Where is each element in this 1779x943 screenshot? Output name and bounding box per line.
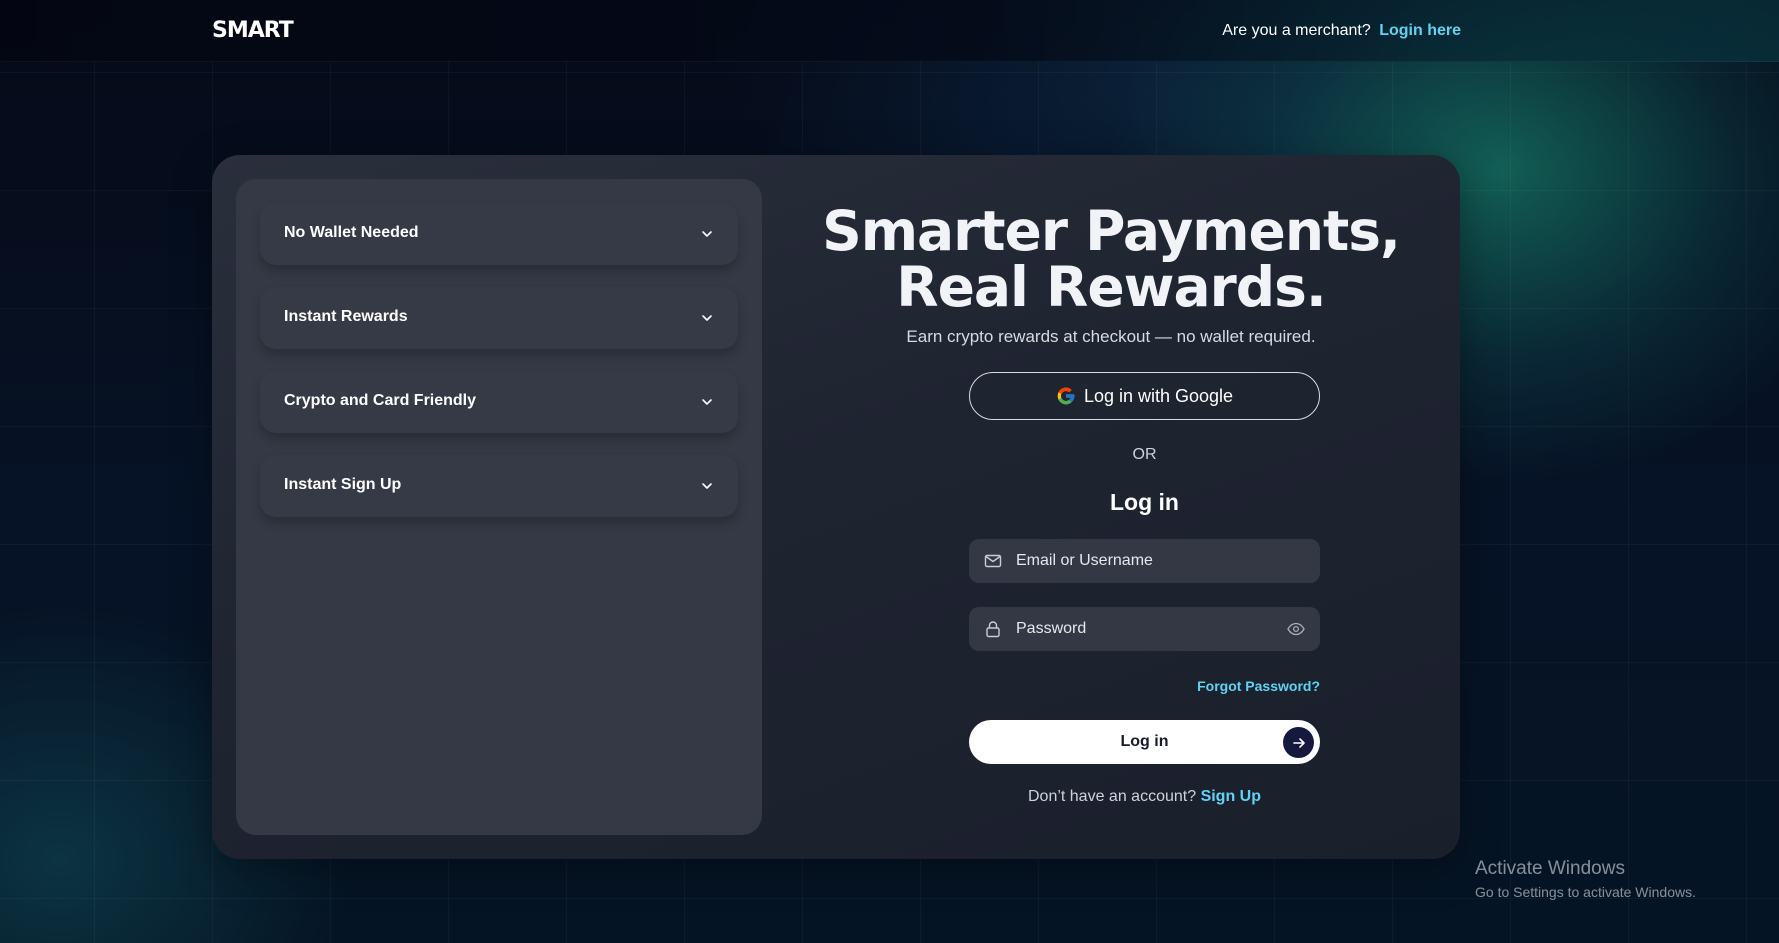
top-bar: SMART Are you a merchant? Login here	[0, 0, 1779, 62]
headline-line-1: Smarter Payments,	[822, 199, 1401, 263]
email-field-wrapper	[969, 539, 1320, 583]
signup-link[interactable]: Sign Up	[1201, 788, 1261, 805]
watermark-title: Activate Windows	[1475, 858, 1625, 879]
headline-line-2: Real Rewards.	[896, 255, 1326, 319]
eye-icon[interactable]	[1287, 621, 1305, 637]
hero-headline: Smarter Payments, Real Rewards.	[762, 203, 1460, 315]
login-section: Smarter Payments, Real Rewards. Earn cry…	[762, 155, 1460, 859]
login-title: Log in	[1110, 489, 1179, 515]
mail-icon	[984, 554, 1002, 568]
password-input[interactable]	[1016, 607, 1266, 651]
forgot-password-link[interactable]: Forgot Password?	[969, 678, 1320, 694]
merchant-login-link[interactable]: Login here	[1379, 22, 1461, 39]
google-login-button[interactable]: Log in with Google	[969, 372, 1320, 420]
hero-subtitle: Earn crypto rewards at checkout — no wal…	[906, 327, 1316, 346]
merchant-prompt-text: Are you a merchant?	[1222, 22, 1371, 39]
os-activation-watermark: Activate Windows Go to Settings to activ…	[1475, 858, 1696, 900]
chevron-down-icon	[702, 315, 712, 321]
brand-logo[interactable]: SMART	[212, 18, 294, 43]
login-card: No Wallet Needed Instant Rewards Crypto …	[212, 155, 1460, 859]
chevron-down-icon	[702, 231, 712, 237]
chevron-down-icon	[702, 483, 712, 489]
accordion-item-instant-sign-up[interactable]: Instant Sign Up	[260, 455, 738, 517]
features-panel: No Wallet Needed Instant Rewards Crypto …	[236, 179, 762, 835]
google-login-label: Log in with Google	[1083, 385, 1234, 406]
watermark-subtitle: Go to Settings to activate Windows.	[1475, 884, 1696, 900]
accordion-item-instant-rewards[interactable]: Instant Rewards	[260, 287, 738, 349]
accordion-label: Instant Sign Up	[284, 476, 402, 493]
signup-prompt: Don’t have an account? Sign Up	[762, 788, 1527, 806]
accordion-label: Crypto and Card Friendly	[284, 392, 477, 409]
accordion-label: Instant Rewards	[284, 308, 408, 325]
lock-icon	[986, 621, 1000, 638]
or-divider: OR	[1132, 446, 1157, 463]
merchant-login-prompt: Are you a merchant? Login here	[1222, 22, 1461, 40]
chevron-down-icon	[702, 399, 712, 405]
google-icon	[1057, 387, 1075, 405]
arrow-right-icon	[1283, 727, 1314, 758]
accordion-item-crypto-card-friendly[interactable]: Crypto and Card Friendly	[260, 371, 738, 433]
accordion-label: No Wallet Needed	[284, 224, 419, 241]
email-input[interactable]	[1016, 539, 1266, 583]
login-button-label: Log in	[1120, 733, 1169, 750]
password-field-wrapper	[969, 607, 1320, 651]
accordion-item-no-wallet-needed[interactable]: No Wallet Needed	[260, 203, 738, 265]
signup-prompt-text: Don’t have an account?	[1027, 788, 1197, 805]
login-button[interactable]: Log in	[969, 720, 1320, 764]
